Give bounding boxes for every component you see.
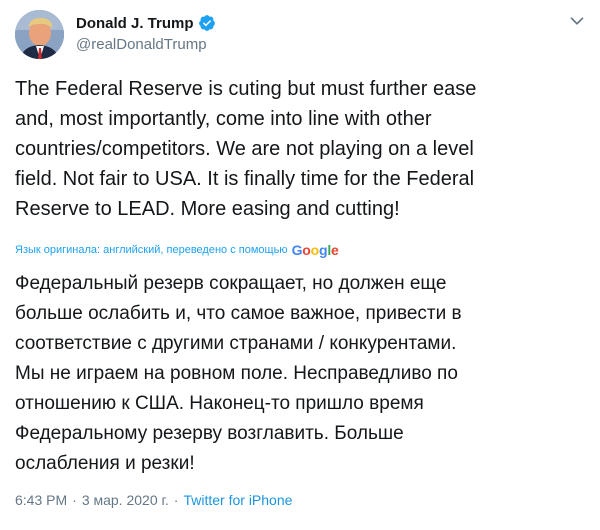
avatar[interactable] <box>15 10 64 59</box>
tweet-meta: 6:43 PM · 3 мар. 2020 г. · Twitter for i… <box>15 492 292 508</box>
google-logo: Google <box>291 242 339 258</box>
chevron-down-icon[interactable] <box>566 10 588 32</box>
display-name[interactable]: Donald J. Trump <box>76 15 194 32</box>
tweet-source-link[interactable]: Twitter for iPhone <box>183 492 292 508</box>
author-name-row: Donald J. Trump <box>76 14 216 32</box>
translation-note-text[interactable]: Язык оригинала: английский, переведено с… <box>15 244 288 256</box>
verified-badge-icon <box>198 15 215 31</box>
tweet-text: The Federal Reserve is cuting but must f… <box>15 78 477 220</box>
tweet-time[interactable]: 6:43 PM <box>15 492 67 508</box>
meta-separator: · <box>72 492 77 508</box>
user-handle[interactable]: @realDonaldTrump <box>76 36 207 53</box>
translation-attribution: Язык оригинала: английский, переведено с… <box>15 242 339 258</box>
meta-separator: · <box>173 492 179 508</box>
tweet-card: Donald J. Trump @realDonaldTrump The Fed… <box>0 0 600 530</box>
translated-text: Федеральный резерв сокращает, но должен … <box>15 273 462 474</box>
tweet-date[interactable]: 3 мар. 2020 г. <box>82 492 169 508</box>
